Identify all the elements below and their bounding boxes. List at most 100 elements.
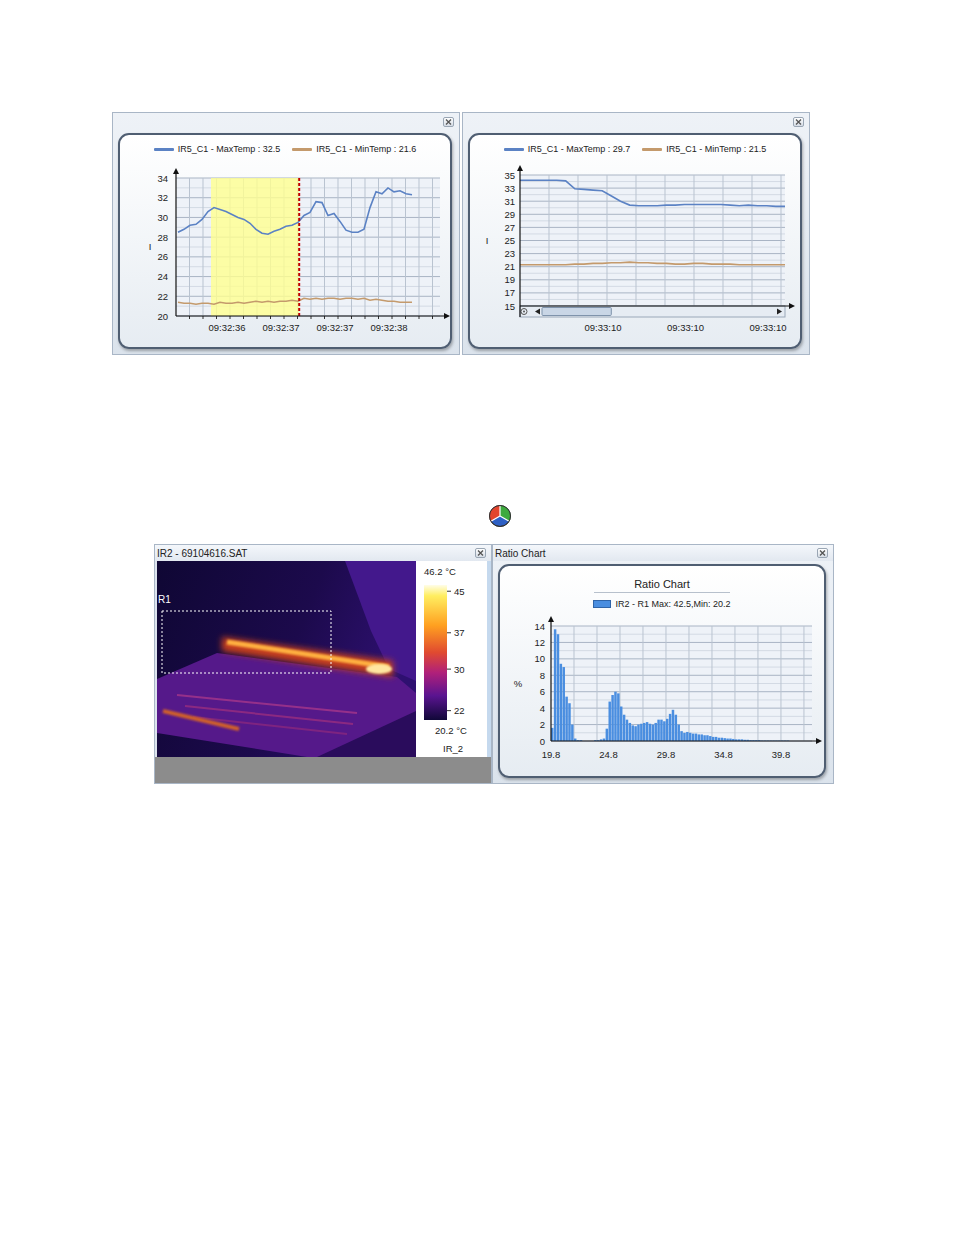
- close-button[interactable]: [817, 548, 828, 558]
- x-axis-arrow-icon: [789, 303, 795, 309]
- y-tick-label: 6: [540, 686, 545, 697]
- grid-line: [520, 201, 785, 202]
- legend-swatch: [292, 148, 312, 151]
- trend-chart: 3533312927252321191715I09:33:1009:33:100…: [470, 163, 800, 347]
- grid-line: [607, 175, 608, 306]
- y-axis: [550, 620, 551, 741]
- scroll-thumb[interactable]: [542, 308, 611, 316]
- histogram-bar: [698, 734, 700, 741]
- histogram-bar: [683, 733, 685, 741]
- histogram-bar: [712, 737, 714, 741]
- grid-line: [520, 299, 785, 300]
- trend-chart: 3432302826242220I09:32:3609:32:3709:32:3…: [120, 163, 450, 347]
- histogram-bar: [652, 725, 654, 741]
- close-button[interactable]: [443, 117, 454, 127]
- scrollbar[interactable]: [520, 306, 785, 317]
- close-icon: [818, 549, 827, 557]
- scroll-reset-icon[interactable]: [521, 309, 527, 315]
- title-bar: [113, 113, 459, 131]
- y-tick-label: 31: [504, 196, 515, 207]
- scale-tick: [447, 669, 451, 670]
- y-tick-label: 19: [504, 274, 515, 285]
- histogram-bar: [640, 724, 642, 741]
- grid-line: [520, 279, 785, 280]
- splitter[interactable]: [487, 561, 491, 757]
- x-tick-label: 09:33:10: [750, 322, 787, 333]
- measure-region[interactable]: [162, 611, 331, 673]
- grid-line: [432, 178, 433, 316]
- y-tick-label: 21: [504, 261, 515, 272]
- y-tick-label: 17: [504, 287, 515, 298]
- chart-title: Ratio Chart: [594, 576, 730, 593]
- histogram-bar: [623, 715, 625, 741]
- scale-tick-label: 22: [454, 705, 465, 716]
- thermal-window[interactable]: IR2 - 69104616.SAT R1 46.2 °C4537302220.…: [154, 544, 492, 784]
- scroll-left-icon[interactable]: [535, 309, 540, 315]
- histogram-bar: [562, 667, 564, 741]
- chart-legend: IR2 - R1 Max: 42.5,Min: 20.2: [593, 596, 730, 611]
- close-icon: [794, 118, 803, 126]
- grid-line: [351, 178, 352, 316]
- y-tick-label: 26: [157, 251, 168, 262]
- legend-swatch: [593, 600, 611, 608]
- scale-tick-label: 30: [454, 664, 465, 675]
- chart-legend: IR5_C1 - MaxTemp : 29.7 IR5_C1 - MinTemp…: [470, 135, 800, 163]
- grid-line: [665, 175, 666, 306]
- scroll-right-icon[interactable]: [777, 309, 782, 315]
- grid-line: [636, 175, 637, 306]
- legend-item: IR5_C1 - MaxTemp : 29.7: [504, 144, 631, 154]
- grid-line: [520, 286, 785, 287]
- y-tick-label: 10: [534, 653, 545, 664]
- grid-line: [551, 683, 812, 684]
- x-tick-label: 24.8: [599, 749, 618, 760]
- grid-line: [551, 724, 812, 725]
- grid-line: [551, 667, 812, 668]
- ratio-window[interactable]: Ratio Chart Ratio Chart IR2 - R1 Max: 42…: [492, 544, 834, 784]
- thermal-body: R1 46.2 °C4537302220.2 °CIR_2: [155, 561, 491, 757]
- grid-line: [578, 175, 579, 306]
- scale-min-label: 20.2 °C: [435, 725, 467, 736]
- plot-area: [551, 626, 812, 741]
- grid-line: [311, 178, 312, 316]
- empty-area: [155, 757, 491, 783]
- y-tick-label: 32: [157, 192, 168, 203]
- grid-line: [520, 175, 785, 176]
- x-tick-label: 19.8: [542, 749, 561, 760]
- legend-label: IR5_C1 - MinTemp : 21.5: [666, 144, 766, 154]
- grid-line: [757, 626, 758, 741]
- histogram-bar: [695, 734, 697, 741]
- ratio-chart: 14121086420%19.824.829.834.839.8: [500, 611, 824, 776]
- grid-line: [549, 175, 550, 306]
- grid-line: [734, 626, 735, 741]
- histogram-bar: [571, 725, 573, 741]
- histogram-bar: [649, 724, 651, 741]
- close-button[interactable]: [475, 548, 486, 558]
- grid-line: [520, 188, 785, 189]
- histogram-bar: [654, 723, 656, 741]
- trend-window[interactable]: IR5_C1 - MaxTemp : 32.5 IR5_C1 - MinTemp…: [112, 112, 460, 355]
- grid-line: [573, 626, 574, 741]
- histogram-bar: [709, 736, 711, 741]
- ratio-chart-icon[interactable]: [488, 504, 512, 528]
- cursor-line[interactable]: [298, 178, 300, 316]
- histogram-bar: [703, 735, 705, 741]
- thermal-image: R1: [157, 561, 416, 757]
- image-name: IR_2: [443, 743, 463, 754]
- grid-line: [551, 691, 812, 692]
- legend-swatch: [642, 148, 662, 151]
- y-axis: [175, 172, 176, 316]
- grid-line: [711, 626, 712, 741]
- grid-line: [551, 699, 812, 700]
- histogram-bar: [626, 720, 628, 741]
- close-icon: [444, 118, 453, 126]
- legend-swatch: [154, 148, 174, 151]
- grid-line: [365, 178, 366, 316]
- grid-line: [551, 716, 812, 717]
- close-button[interactable]: [793, 117, 804, 127]
- trend-window[interactable]: IR5_C1 - MaxTemp : 29.7 IR5_C1 - MinTemp…: [462, 112, 810, 355]
- scale-tick-label: 37: [454, 627, 465, 638]
- x-tick-label: 09:32:37: [263, 322, 300, 333]
- x-tick-label: 29.8: [657, 749, 676, 760]
- selection-range[interactable]: [211, 178, 299, 316]
- legend-label: IR5_C1 - MinTemp : 21.6: [316, 144, 416, 154]
